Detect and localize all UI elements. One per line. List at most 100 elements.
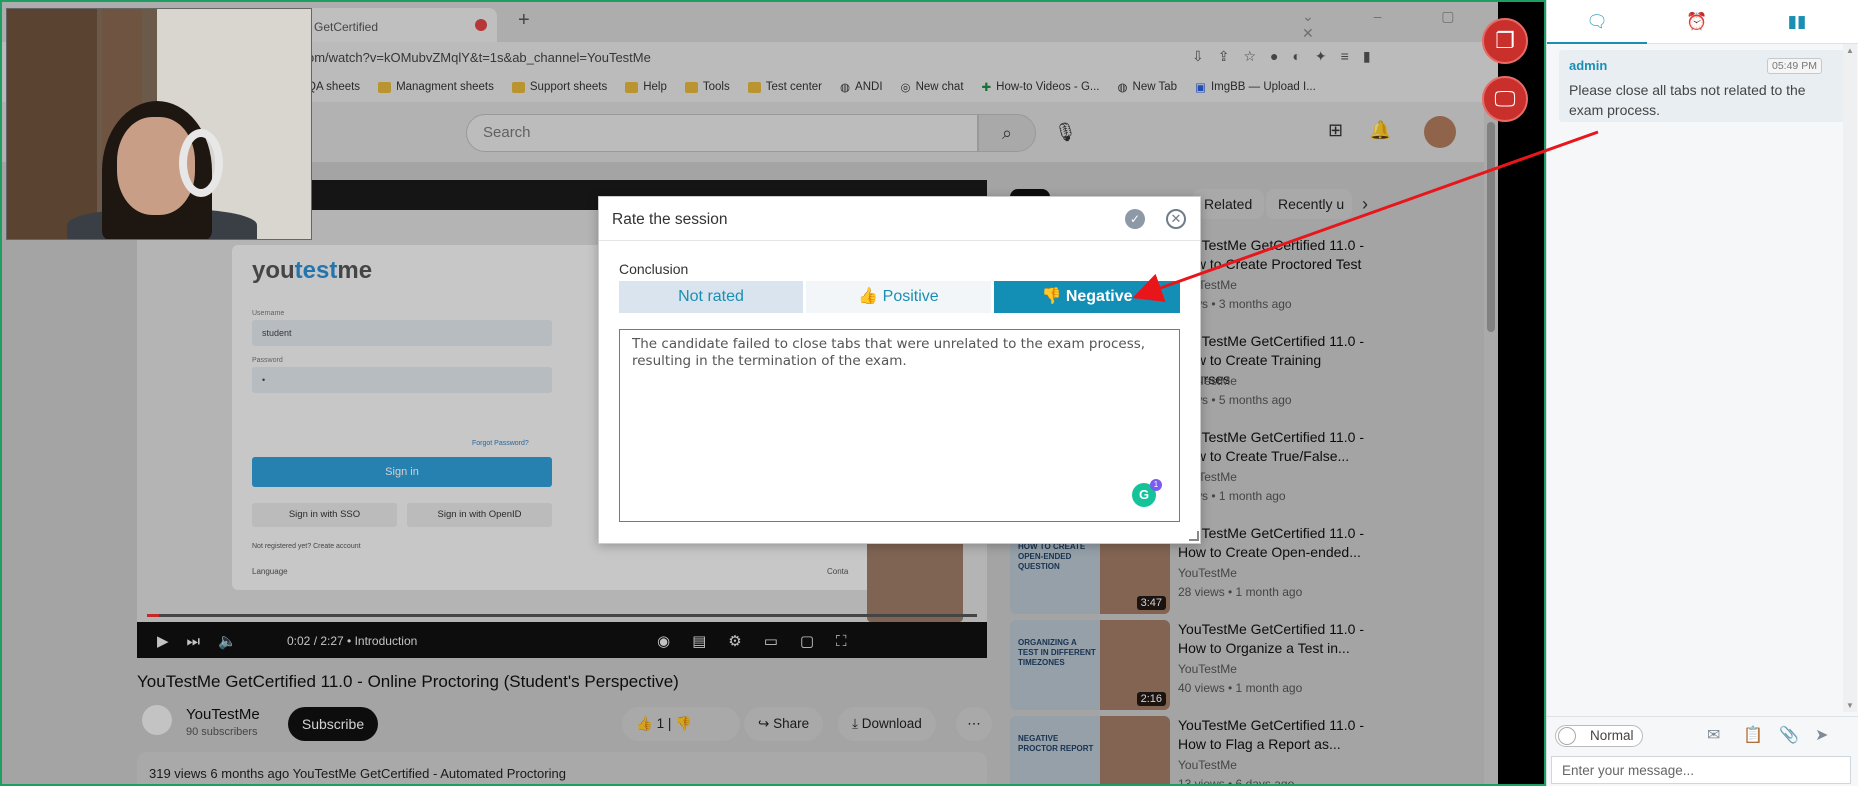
- bookmark[interactable]: Managment sheets: [378, 81, 494, 93]
- message-author: admin: [1569, 58, 1608, 73]
- microphone-icon[interactable]: 🎙: [1054, 122, 1077, 143]
- positive-option[interactable]: 👍 Positive: [806, 281, 991, 313]
- proctoring-stage: GetCertified + ⌄ – ▢ ✕ om/watch?v=kOMubv…: [0, 0, 1858, 786]
- password-field: •: [252, 367, 552, 393]
- chip-recently[interactable]: Recently u: [1266, 189, 1352, 219]
- channel-name[interactable]: YouTestMe: [186, 706, 260, 723]
- share-button[interactable]: ↪ Share: [744, 707, 824, 741]
- recommended-title[interactable]: YouTestMe GetCertified 11.0 - How to Cre…: [1178, 524, 1368, 562]
- sign-in-button: Sign in: [252, 457, 552, 487]
- candidate-webcam: [6, 8, 312, 240]
- bookmark[interactable]: ◍ ANDI: [840, 80, 883, 94]
- alarm-icon: ⏰: [1686, 12, 1708, 31]
- panel-tabs: 🗨 ⏰ ▮▮: [1547, 0, 1858, 44]
- attachment-icon[interactable]: 📎: [1779, 725, 1799, 745]
- video-duration: 2:16: [1136, 692, 1166, 706]
- envelope-icon[interactable]: ✉: [1707, 725, 1720, 745]
- bookmark[interactable]: ✚ How-to Videos - G...: [982, 80, 1100, 94]
- chat-scrollbar[interactable]: ▲ ▼: [1843, 44, 1857, 712]
- scroll-down-icon[interactable]: ▼: [1846, 701, 1854, 710]
- not-rated-option[interactable]: Not rated: [619, 281, 803, 313]
- proctor-panel: 🗨 ⏰ ▮▮ admin 05:49 PM Please close all t…: [1546, 0, 1858, 786]
- comment-textarea[interactable]: The candidate failed to close tabs that …: [619, 329, 1180, 522]
- bar-chart-icon: ▮▮: [1787, 12, 1807, 31]
- settings-controls-icons[interactable]: ◉▤⚙▭▢⛶: [657, 632, 869, 650]
- message-input[interactable]: Enter your message...: [1551, 756, 1851, 784]
- clipboard-icon[interactable]: 📋: [1743, 725, 1763, 745]
- window-controls[interactable]: ⌄ – ▢ ✕: [1302, 8, 1498, 42]
- bookmark[interactable]: ◎ New chat: [901, 80, 964, 94]
- browser-tab[interactable]: GetCertified: [302, 8, 497, 42]
- language-selector: Language: [252, 567, 288, 576]
- tab-chat[interactable]: 🗨: [1547, 0, 1647, 44]
- like-button[interactable]: 👍 1 | 👎: [622, 707, 740, 741]
- rate-session-dialog: Rate the session ✓ ✕ Conclusion Not rate…: [598, 196, 1201, 544]
- headset-icon: [179, 129, 223, 197]
- scroll-up-icon[interactable]: ▲: [1846, 46, 1854, 55]
- globe-icon: ◍: [840, 82, 851, 94]
- channel-avatar[interactable]: [142, 705, 172, 735]
- bookmark[interactable]: ◍ New Tab: [1117, 80, 1177, 94]
- chat-toolbar: Normal ✉ 📋 📎 ➤: [1547, 716, 1858, 752]
- thumbs-up-icon: 👍: [636, 716, 657, 731]
- extension-icons[interactable]: ⇩⇪☆●◐✦≡▮: [1192, 48, 1385, 65]
- share-icon: ↪: [758, 716, 774, 731]
- avatar[interactable]: [1424, 116, 1456, 148]
- chat-icon: ◎: [900, 82, 911, 94]
- new-tab-icon[interactable]: +: [518, 9, 530, 32]
- subscribe-button[interactable]: Subscribe: [288, 707, 378, 741]
- bookmark[interactable]: Help: [625, 81, 667, 93]
- bookmark[interactable]: Test center: [747, 81, 822, 93]
- page-scrollbar[interactable]: [1484, 102, 1498, 784]
- download-button[interactable]: ⤓ Download: [838, 707, 936, 741]
- resize-handle[interactable]: [1189, 531, 1199, 541]
- recommended-video[interactable]: ORGANIZING A TEST IN DIFFERENT TIMEZONES…: [1010, 620, 1440, 710]
- switch-view-icon[interactable]: ❐: [1482, 18, 1528, 64]
- bookmark[interactable]: QA sheets: [307, 81, 360, 93]
- screen-share-icon[interactable]: 🖵: [1482, 76, 1528, 122]
- thumbs-down-icon: 👎: [1041, 288, 1066, 305]
- close-icon[interactable]: ✕: [1166, 209, 1186, 229]
- recommended-title[interactable]: YouTestMe GetCertified 11.0 - How to Fla…: [1178, 716, 1368, 754]
- forgot-password-link: Forgot Password?: [472, 440, 529, 447]
- more-options-icon[interactable]: ⋯: [956, 707, 992, 741]
- send-icon[interactable]: ➤: [1815, 725, 1828, 745]
- tab-alerts[interactable]: ⏰: [1647, 0, 1747, 44]
- thumbs-up-icon: 👍: [858, 288, 883, 305]
- chat-icon: 🗨: [1586, 12, 1608, 31]
- chip-related[interactable]: Related: [1192, 189, 1265, 219]
- bookmark[interactable]: Tools: [684, 81, 730, 93]
- bookmark[interactable]: ▣ ImgBB — Upload I...: [1195, 80, 1316, 94]
- bookmark[interactable]: Support sheets: [511, 81, 607, 93]
- chevron-right-icon[interactable]: ›: [1362, 194, 1368, 215]
- sign-in-sso-button: Sign in with SSO: [252, 503, 397, 527]
- recommended-channel: YouTestMe: [1178, 758, 1237, 772]
- video-progress-fill: [147, 614, 159, 617]
- video-thumbnail[interactable]: NEGATIVE PROCTOR REPORT: [1010, 716, 1170, 784]
- video-duration: 3:47: [1136, 596, 1166, 610]
- message-text: Please close all tabs not related to the…: [1569, 82, 1806, 118]
- youtestme-logo: youtestme: [252, 257, 373, 284]
- confirm-check-icon[interactable]: ✓: [1125, 209, 1145, 229]
- recommended-title[interactable]: YouTestMe GetCertified 11.0 - How to Cre…: [1178, 428, 1368, 466]
- message-time: 05:49 PM: [1767, 58, 1822, 74]
- negative-option[interactable]: 👎 Negative: [994, 281, 1180, 313]
- recommended-video[interactable]: NEGATIVE PROCTOR REPORT YouTestMe GetCert…: [1010, 716, 1440, 784]
- header-icons[interactable]: ⊞🔔: [1328, 120, 1418, 141]
- grammarly-count-badge: 1: [1150, 479, 1162, 491]
- folder-icon: [747, 81, 761, 93]
- recommended-title[interactable]: YouTestMe GetCertified 11.0 - How to Org…: [1178, 620, 1368, 658]
- video-description[interactable]: 319 views 6 months ago YouTestMe GetCert…: [137, 752, 987, 784]
- play-controls-icons[interactable]: ▶⏭🔈: [157, 632, 255, 650]
- video-controls: ▶⏭🔈 0:02 / 2:27 • Introduction ◉▤⚙▭▢⛶: [137, 622, 987, 658]
- conclusion-label: Conclusion: [619, 261, 689, 277]
- mode-toggle[interactable]: Normal: [1555, 725, 1643, 747]
- video-thumbnail[interactable]: ORGANIZING A TEST IN DIFFERENT TIMEZONES…: [1010, 620, 1170, 710]
- tab-statistics[interactable]: ▮▮: [1747, 0, 1847, 44]
- search-icon[interactable]: ⌕: [978, 114, 1036, 152]
- youtube-search-input[interactable]: Search: [466, 114, 978, 152]
- scroll-thumb[interactable]: [1487, 122, 1495, 332]
- video-progress[interactable]: [147, 614, 977, 617]
- folder-icon: [511, 81, 525, 93]
- plus-square-icon: ✚: [981, 82, 992, 94]
